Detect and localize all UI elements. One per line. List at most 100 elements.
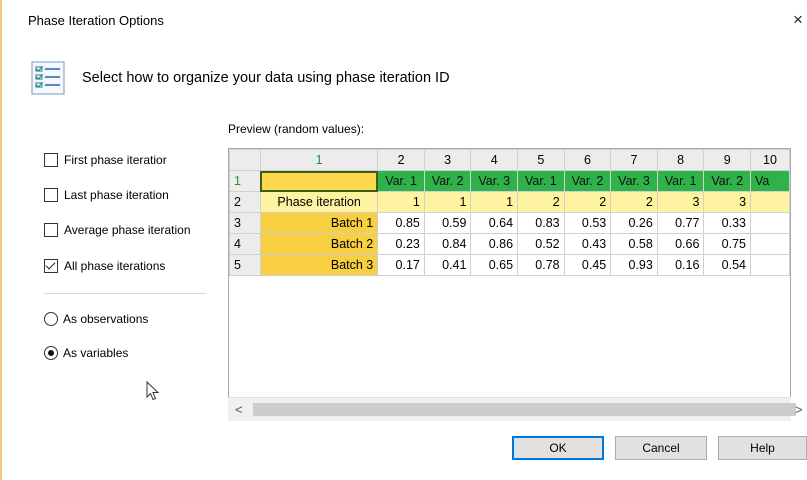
column-header[interactable]: 3 bbox=[423, 149, 472, 171]
grid-cell[interactable]: 0.54 bbox=[703, 254, 752, 276]
as-variables-radio[interactable]: As variables bbox=[44, 344, 128, 362]
first-phase-checkbox[interactable]: First phase iteratior bbox=[44, 151, 167, 169]
options-divider bbox=[44, 293, 206, 294]
average-phase-label: Average phase iteration bbox=[64, 223, 191, 237]
last-phase-label: Last phase iteration bbox=[64, 188, 169, 202]
scrollbar-thumb[interactable] bbox=[253, 403, 796, 416]
column-header[interactable]: 8 bbox=[656, 149, 705, 171]
last-phase-checkbox[interactable]: Last phase iteration bbox=[44, 186, 169, 204]
grid-cell[interactable]: Var. 2 bbox=[563, 170, 612, 192]
grid-cell[interactable]: Var. 2 bbox=[423, 170, 472, 192]
row-header[interactable]: 3 bbox=[229, 212, 261, 234]
grid-cell[interactable] bbox=[750, 191, 790, 213]
grid-cell[interactable]: 0.78 bbox=[517, 254, 565, 276]
grid-cell[interactable]: 0.41 bbox=[423, 254, 472, 276]
grid-cell[interactable]: 0.75 bbox=[703, 233, 752, 255]
grid-cell[interactable]: 2 bbox=[563, 191, 612, 213]
grid-cell[interactable]: 0.45 bbox=[563, 254, 612, 276]
grid-cell[interactable]: 0.26 bbox=[610, 212, 658, 234]
grid-cell[interactable]: 0.77 bbox=[656, 212, 705, 234]
grid-cell[interactable]: 0.86 bbox=[470, 233, 519, 255]
last-phase-checkbox-box[interactable] bbox=[44, 188, 58, 202]
scroll-right-icon[interactable]: > bbox=[795, 402, 803, 417]
preview-table: 1 2 3 4 5 6 7 8 9 10 1 Var. 1 Var. 2 Var… bbox=[229, 149, 790, 276]
close-icon[interactable]: × bbox=[793, 10, 803, 30]
grid-cell[interactable]: 3 bbox=[703, 191, 752, 213]
grid-cell[interactable]: Va bbox=[750, 170, 790, 192]
grid-cell[interactable]: 1 bbox=[377, 191, 425, 213]
row-header[interactable]: 2 bbox=[229, 191, 261, 213]
table-row: 2 Phase iteration 1 1 1 2 2 2 3 3 bbox=[229, 191, 790, 213]
grid-cell[interactable]: 0.17 bbox=[377, 254, 425, 276]
column-header[interactable]: 9 bbox=[703, 149, 752, 171]
cancel-button[interactable]: Cancel bbox=[615, 436, 707, 460]
preview-grid[interactable]: 1 2 3 4 5 6 7 8 9 10 1 Var. 1 Var. 2 Var… bbox=[228, 148, 791, 421]
table-row: 1 Var. 1 Var. 2 Var. 3 Var. 1 Var. 2 Var… bbox=[229, 170, 790, 192]
grid-cell[interactable]: 0.58 bbox=[610, 233, 658, 255]
grid-cell[interactable]: 0.65 bbox=[470, 254, 519, 276]
grid-cell[interactable]: 0.53 bbox=[563, 212, 612, 234]
grid-cell[interactable]: 0.93 bbox=[610, 254, 658, 276]
horizontal-scrollbar[interactable]: < > bbox=[228, 397, 803, 421]
window-accent-edge bbox=[0, 0, 2, 480]
as-observations-radio-circle[interactable] bbox=[44, 312, 58, 326]
row-header[interactable]: 1 bbox=[229, 170, 261, 192]
grid-cell[interactable]: 0.33 bbox=[703, 212, 752, 234]
column-header[interactable]: 6 bbox=[563, 149, 612, 171]
selected-cell[interactable] bbox=[259, 170, 379, 192]
as-observations-label: As observations bbox=[63, 312, 149, 326]
grid-cell[interactable]: 0.85 bbox=[377, 212, 425, 234]
checklist-icon bbox=[31, 61, 65, 95]
grid-cell[interactable]: Var. 2 bbox=[703, 170, 752, 192]
grid-cell[interactable]: Batch 2 bbox=[259, 233, 379, 255]
row-header[interactable]: 5 bbox=[229, 254, 261, 276]
grid-cell[interactable]: Batch 3 bbox=[259, 254, 379, 276]
grid-cell[interactable]: Var. 1 bbox=[377, 170, 425, 192]
average-phase-checkbox[interactable]: Average phase iteration bbox=[44, 221, 191, 239]
column-header[interactable]: 5 bbox=[517, 149, 565, 171]
grid-cell[interactable] bbox=[750, 212, 790, 234]
all-phases-checkbox-box[interactable] bbox=[44, 259, 58, 273]
grid-cell[interactable]: Phase iteration bbox=[259, 191, 379, 213]
help-button[interactable]: Help bbox=[718, 436, 807, 460]
as-variables-radio-circle[interactable] bbox=[44, 346, 58, 360]
grid-cell[interactable]: 1 bbox=[470, 191, 519, 213]
grid-cell[interactable]: Var. 3 bbox=[470, 170, 519, 192]
grid-cell[interactable]: 0.43 bbox=[563, 233, 612, 255]
all-phases-checkbox[interactable]: All phase iterations bbox=[44, 257, 165, 275]
as-observations-radio[interactable]: As observations bbox=[44, 310, 148, 328]
grid-corner[interactable] bbox=[229, 149, 261, 171]
ok-button[interactable]: OK bbox=[512, 436, 604, 460]
table-row: 5 Batch 3 0.17 0.41 0.65 0.78 0.45 0.93 … bbox=[229, 254, 790, 276]
grid-cell[interactable] bbox=[750, 254, 790, 276]
grid-cell[interactable]: 0.66 bbox=[656, 233, 705, 255]
grid-cell[interactable]: 3 bbox=[656, 191, 705, 213]
grid-cell[interactable]: 0.84 bbox=[423, 233, 472, 255]
grid-cell[interactable]: 0.59 bbox=[423, 212, 472, 234]
grid-cell[interactable]: 0.64 bbox=[470, 212, 519, 234]
grid-cell[interactable]: Var. 3 bbox=[610, 170, 658, 192]
column-header[interactable]: 1 bbox=[259, 149, 379, 171]
grid-cell[interactable]: 2 bbox=[517, 191, 565, 213]
grid-cell[interactable]: 0.16 bbox=[656, 254, 705, 276]
first-phase-checkbox-box[interactable] bbox=[44, 153, 58, 167]
grid-cell[interactable]: Var. 1 bbox=[656, 170, 705, 192]
column-header[interactable]: 2 bbox=[377, 149, 425, 171]
header-instruction: Select how to organize your data using p… bbox=[82, 70, 450, 86]
grid-cell[interactable]: Var. 1 bbox=[517, 170, 565, 192]
grid-cell[interactable]: Batch 1 bbox=[259, 212, 379, 234]
grid-cell[interactable]: 0.23 bbox=[377, 233, 425, 255]
average-phase-checkbox-box[interactable] bbox=[44, 223, 58, 237]
column-header[interactable]: 4 bbox=[470, 149, 519, 171]
grid-cell[interactable]: 2 bbox=[610, 191, 658, 213]
grid-cell[interactable] bbox=[750, 233, 790, 255]
grid-cell[interactable]: 1 bbox=[423, 191, 472, 213]
first-phase-label: First phase iteratior bbox=[64, 153, 167, 167]
grid-cell[interactable]: 0.83 bbox=[517, 212, 565, 234]
scroll-left-icon[interactable]: < bbox=[235, 402, 243, 417]
column-header[interactable]: 7 bbox=[610, 149, 658, 171]
grid-cell[interactable]: 0.52 bbox=[517, 233, 565, 255]
table-row: 3 Batch 1 0.85 0.59 0.64 0.83 0.53 0.26 … bbox=[229, 212, 790, 234]
column-header[interactable]: 10 bbox=[750, 149, 790, 171]
row-header[interactable]: 4 bbox=[229, 233, 261, 255]
